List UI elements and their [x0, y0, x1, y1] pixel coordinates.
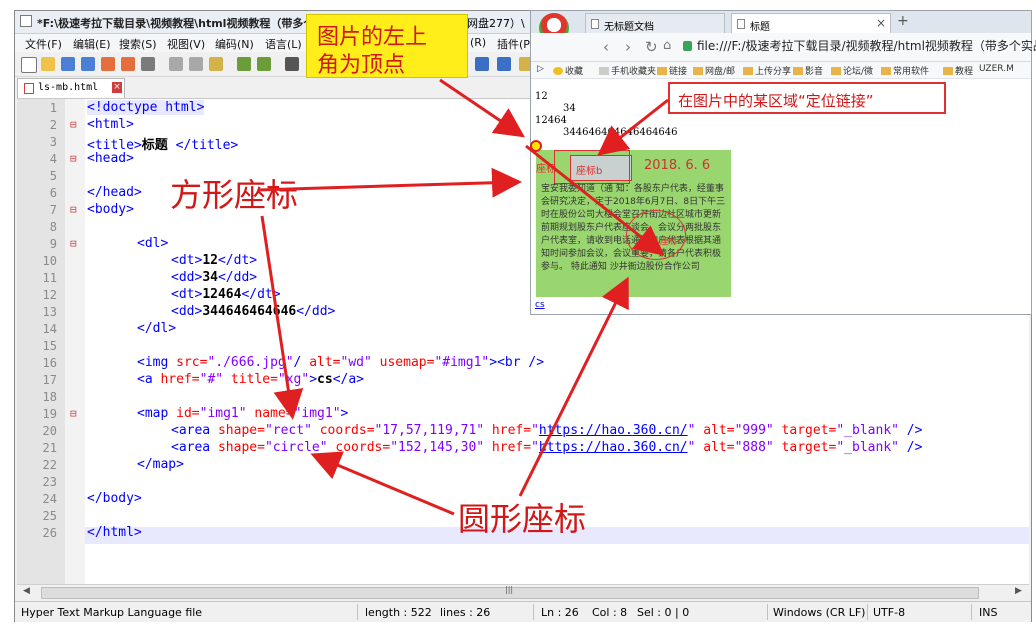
arrow-circle-to-image — [518, 276, 629, 497]
arrow-circle-to-code — [310, 451, 455, 516]
annotation-arrows — [257, 78, 669, 516]
arrow-to-vertex — [439, 78, 525, 138]
arrow-rect-to-image — [257, 167, 522, 198]
vertex-marker — [530, 140, 542, 152]
arrow-region-to-image — [597, 98, 669, 156]
arrow-rect-to-code — [260, 215, 304, 420]
arrow-diagonal — [525, 144, 665, 256]
